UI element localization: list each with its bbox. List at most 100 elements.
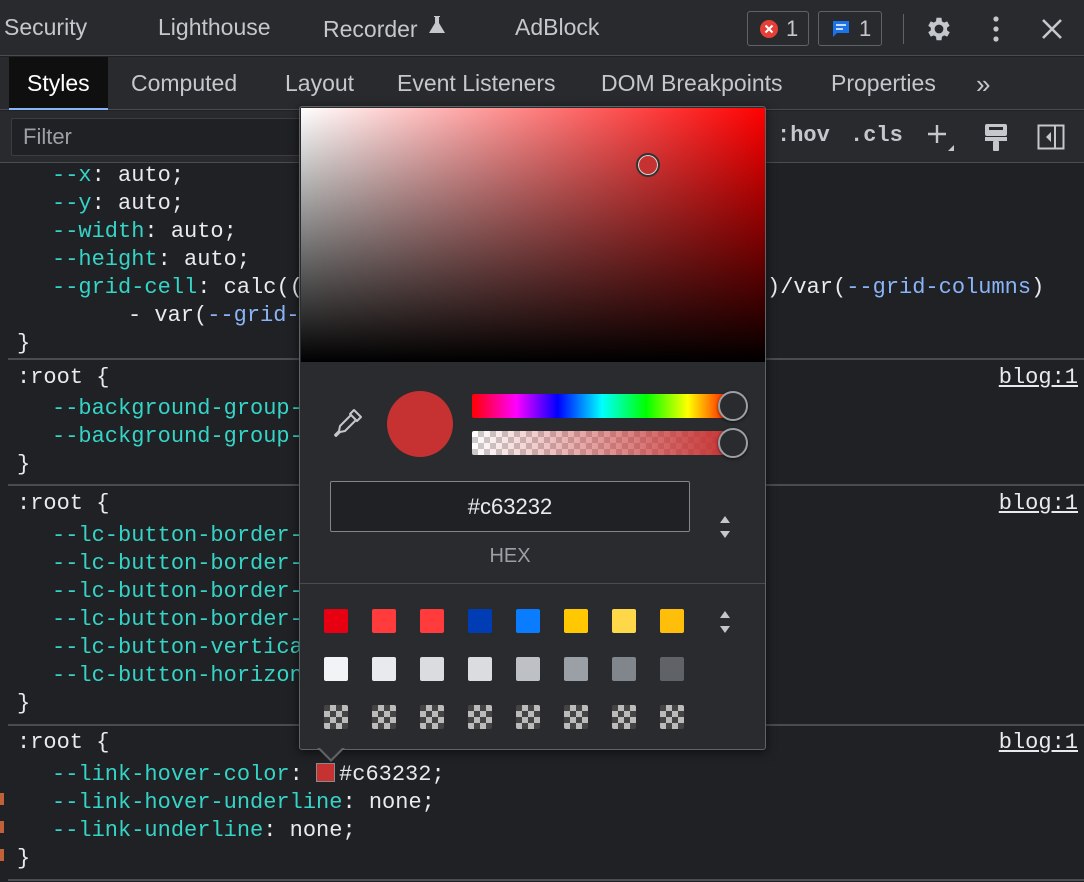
- palette-swatch[interactable]: [324, 657, 348, 681]
- palette-swatch-transparent[interactable]: [372, 705, 396, 729]
- hov-toggle[interactable]: :hov: [777, 123, 830, 148]
- toolbar-divider: [903, 14, 904, 44]
- spectrum-handle[interactable]: [636, 153, 660, 177]
- palette-swatch[interactable]: [516, 657, 540, 681]
- gutter-markers: [0, 793, 4, 873]
- palette-swatch-transparent[interactable]: [468, 705, 492, 729]
- css-declaration[interactable]: --background-group-: [52, 396, 303, 421]
- palette-swatch-transparent[interactable]: [660, 705, 684, 729]
- palette-swatch[interactable]: [660, 609, 684, 633]
- hex-input[interactable]: #c63232: [330, 481, 690, 532]
- css-declaration-continued: - var(--grid-: [128, 303, 300, 328]
- palette-swatch[interactable]: [420, 609, 444, 633]
- color-format-label: HEX: [489, 545, 531, 567]
- close-icon[interactable]: [1035, 12, 1069, 46]
- add-rule-icon[interactable]: [923, 121, 957, 153]
- palette-swatch[interactable]: [516, 609, 540, 633]
- palette-swatch[interactable]: [372, 657, 396, 681]
- more-tabs-chevron-icon[interactable]: »: [976, 69, 990, 100]
- tab-dom-breakpoints[interactable]: DOM Breakpoints: [601, 57, 783, 110]
- tab-recorder-label: Recorder: [323, 16, 418, 42]
- tab-event-listeners[interactable]: Event Listeners: [397, 57, 556, 110]
- filter-input[interactable]: Filter: [11, 118, 311, 156]
- palette-swatch[interactable]: [612, 609, 636, 633]
- source-link[interactable]: blog:1: [999, 365, 1078, 390]
- css-declaration-tail: )/var(--grid-columns): [767, 275, 1045, 300]
- palette-swatch[interactable]: [372, 609, 396, 633]
- css-declaration[interactable]: --height: auto;: [52, 247, 250, 272]
- palette-swatch-transparent[interactable]: [324, 705, 348, 729]
- tab-lighthouse[interactable]: Lighthouse: [158, 14, 271, 41]
- source-link[interactable]: blog:1: [999, 491, 1078, 516]
- format-switch-icon[interactable]: [715, 512, 735, 542]
- paint-brush-icon[interactable]: [979, 121, 1013, 153]
- css-declaration[interactable]: --link-underline: none;: [52, 818, 356, 843]
- error-count: 1: [786, 15, 799, 41]
- palette-swatch[interactable]: [468, 609, 492, 633]
- palette-swatch-transparent[interactable]: [420, 705, 444, 729]
- palette-swatch[interactable]: [564, 609, 588, 633]
- rule-close-brace: }: [17, 846, 31, 871]
- css-declaration[interactable]: --lc-button-vertica: [52, 635, 303, 660]
- picker-divider: [300, 583, 765, 584]
- rule-selector[interactable]: :root {: [17, 491, 109, 516]
- tab-adblock[interactable]: AdBlock: [515, 14, 599, 41]
- palette-switch-icon[interactable]: [715, 607, 735, 637]
- rule-close-brace: }: [17, 331, 31, 356]
- color-swatch[interactable]: [316, 763, 336, 782]
- tab-properties[interactable]: Properties: [831, 57, 936, 110]
- elements-subtab-bar: Styles Computed Layout Event Listeners D…: [0, 57, 1084, 110]
- css-declaration[interactable]: --y: auto;: [52, 191, 184, 216]
- alpha-slider-handle[interactable]: [718, 428, 748, 458]
- error-icon: [760, 19, 778, 38]
- rule-close-brace: }: [17, 452, 31, 477]
- palette-swatch[interactable]: [564, 657, 588, 681]
- css-declaration[interactable]: --lc-button-horizon: [52, 663, 303, 688]
- css-declaration[interactable]: --lc-button-border-: [52, 579, 303, 604]
- color-preview: [387, 391, 453, 457]
- hue-slider[interactable]: [472, 394, 732, 418]
- palette-swatch-transparent[interactable]: [516, 705, 540, 729]
- rule-close-brace: }: [17, 691, 31, 716]
- flask-icon: [428, 14, 446, 41]
- source-link[interactable]: blog:1: [999, 730, 1078, 755]
- css-declaration[interactable]: --x: auto;: [52, 163, 184, 188]
- color-picker-popover: #c63232 HEX: [299, 106, 766, 750]
- message-count: 1: [859, 15, 872, 41]
- gear-icon[interactable]: [922, 12, 956, 46]
- error-count-badge[interactable]: 1: [747, 11, 810, 46]
- tab-recorder[interactable]: Recorder: [323, 14, 446, 43]
- css-declaration[interactable]: --lc-button-border-: [52, 551, 303, 576]
- cls-toggle[interactable]: .cls: [850, 123, 903, 148]
- main-tab-bar: Security Lighthouse Recorder AdBlock 1 1: [0, 0, 1084, 56]
- saturation-value-spectrum[interactable]: [301, 108, 765, 362]
- tab-security[interactable]: Security: [4, 14, 87, 41]
- message-icon: [831, 20, 851, 38]
- popover-arrow-inner: [319, 747, 343, 759]
- palette-swatch-transparent[interactable]: [612, 705, 636, 729]
- tab-styles[interactable]: Styles: [9, 57, 108, 110]
- sidebar-toggle-icon[interactable]: [1034, 121, 1068, 153]
- alpha-slider[interactable]: [472, 431, 732, 455]
- more-options-icon[interactable]: [979, 12, 1013, 46]
- palette-swatch[interactable]: [468, 657, 492, 681]
- palette-swatch[interactable]: [324, 609, 348, 633]
- tab-layout[interactable]: Layout: [285, 57, 354, 110]
- palette-swatch-transparent[interactable]: [564, 705, 588, 729]
- hue-slider-handle[interactable]: [718, 391, 748, 421]
- palette-swatch[interactable]: [660, 657, 684, 681]
- css-declaration[interactable]: --grid-cell: calc((: [52, 275, 303, 300]
- css-declaration[interactable]: --link-hover-color: #c63232;: [52, 762, 445, 787]
- eyedropper-icon[interactable]: [330, 405, 366, 441]
- css-declaration[interactable]: --lc-button-border-: [52, 607, 303, 632]
- rule-selector[interactable]: :root {: [17, 365, 109, 390]
- css-declaration[interactable]: --background-group-: [52, 424, 303, 449]
- css-declaration[interactable]: --link-hover-underline: none;: [52, 790, 435, 815]
- palette-swatch[interactable]: [420, 657, 444, 681]
- tab-computed[interactable]: Computed: [131, 57, 237, 110]
- message-count-badge[interactable]: 1: [818, 11, 883, 46]
- css-declaration[interactable]: --lc-button-border-: [52, 523, 303, 548]
- css-declaration[interactable]: --width: auto;: [52, 219, 237, 244]
- palette-swatch[interactable]: [612, 657, 636, 681]
- rule-selector[interactable]: :root {: [17, 730, 109, 755]
